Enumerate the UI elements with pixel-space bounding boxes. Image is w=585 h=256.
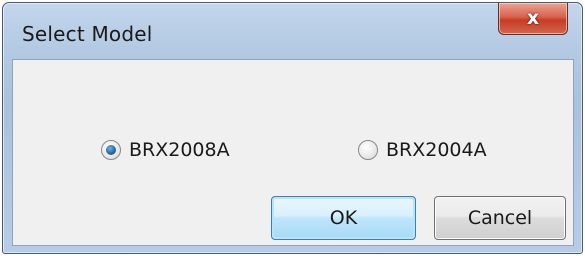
close-button[interactable]: x	[498, 3, 568, 35]
radio-button-unselected-icon[interactable]	[358, 140, 378, 160]
radio-brx2004a[interactable]: BRX2004A	[358, 139, 487, 161]
radio-brx2008a[interactable]: BRX2008A	[101, 139, 230, 161]
radio-label[interactable]: BRX2004A	[386, 139, 487, 161]
title-bar[interactable]: Select Model x	[3, 3, 582, 59]
select-model-dialog: Select Model x BRX2008A BRX2004A OK Canc…	[2, 2, 583, 254]
window-title: Select Model	[22, 22, 153, 46]
radio-button-selected-icon[interactable]	[101, 140, 121, 160]
radio-label[interactable]: BRX2008A	[129, 139, 230, 161]
dialog-content: BRX2008A BRX2004A OK Cancel	[12, 59, 574, 246]
cancel-button[interactable]: Cancel	[434, 196, 566, 240]
close-icon: x	[526, 7, 540, 29]
ok-button[interactable]: OK	[271, 196, 416, 240]
